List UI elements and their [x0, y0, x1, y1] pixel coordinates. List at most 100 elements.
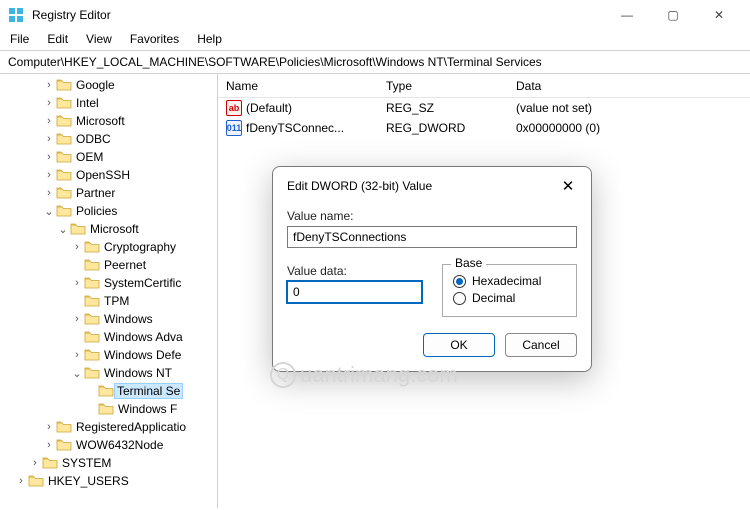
chevron-icon[interactable]: › — [70, 349, 84, 361]
tree-label: Windows Defe — [103, 348, 182, 362]
tree-node-oem[interactable]: › OEM — [0, 148, 217, 166]
tree-node-google[interactable]: ›Google — [0, 76, 217, 94]
tree-label: Intel — [75, 96, 100, 110]
tree-node-windows[interactable]: ›Windows — [0, 310, 217, 328]
col-type[interactable]: Type — [378, 75, 508, 97]
tree-node-windows-defe[interactable]: › Windows Defe — [0, 346, 217, 364]
folder-icon — [42, 456, 58, 470]
chevron-icon[interactable]: › — [70, 313, 84, 325]
tree-node-terminal-se[interactable]: › Terminal Se — [0, 382, 217, 400]
chevron-icon[interactable]: › — [42, 187, 56, 199]
chevron-icon[interactable]: › — [70, 259, 84, 271]
chevron-icon[interactable]: › — [42, 97, 56, 109]
chevron-icon[interactable]: › — [84, 403, 98, 415]
tree-node-cryptography[interactable]: › Cryptography — [0, 238, 217, 256]
address-bar[interactable]: Computer\HKEY_LOCAL_MACHINE\SOFTWARE\Pol… — [0, 50, 750, 74]
titlebar: Registry Editor — ▢ ✕ — [0, 0, 750, 30]
base-group: Base Hexadecimal Decimal — [442, 264, 577, 317]
radio-decimal[interactable]: Decimal — [453, 291, 566, 305]
value-row[interactable]: ab(Default)REG_SZ(value not set) — [218, 98, 750, 118]
window-title: Registry Editor — [32, 8, 604, 22]
col-data[interactable]: Data — [508, 75, 750, 97]
menu-favorites[interactable]: Favorites — [130, 32, 179, 46]
tree-node-microsoft[interactable]: ›Microsoft — [0, 112, 217, 130]
tree-view[interactable]: ›Google›Intel›Microsoft›ODBC›OEM›OpenSSH… — [0, 74, 218, 508]
ok-button[interactable]: OK — [423, 333, 495, 357]
chevron-icon[interactable]: › — [70, 241, 84, 253]
chevron-icon[interactable]: › — [42, 169, 56, 181]
chevron-icon[interactable]: › — [42, 115, 56, 127]
tree-node-registeredapplicatio[interactable]: ›RegisteredApplicatio — [0, 418, 217, 436]
radio-icon — [453, 292, 466, 305]
tree-label: OpenSSH — [75, 168, 131, 182]
tree-label: Microsoft — [89, 222, 140, 236]
tree-node-openssh[interactable]: › OpenSSH — [0, 166, 217, 184]
folder-icon — [56, 114, 72, 128]
col-name[interactable]: Name — [218, 75, 378, 97]
folder-icon — [84, 294, 100, 308]
radio-icon — [453, 275, 466, 288]
tree-node-microsoft[interactable]: ⌄ Microsoft — [0, 220, 217, 238]
chevron-icon[interactable]: › — [84, 385, 98, 397]
tree-node-intel[interactable]: › Intel — [0, 94, 217, 112]
radio-hexadecimal[interactable]: Hexadecimal — [453, 274, 566, 288]
minimize-button[interactable]: — — [604, 0, 650, 30]
value-name-input[interactable] — [287, 226, 577, 248]
dialog-close-button[interactable]: ✕ — [559, 177, 577, 195]
tree-label: Windows NT — [103, 366, 173, 380]
dword-value-icon: 011 — [226, 120, 242, 136]
folder-icon — [56, 132, 72, 146]
tree-node-policies[interactable]: ⌄ Policies — [0, 202, 217, 220]
value-row[interactable]: 011fDenyTSConnec...REG_DWORD0x00000000 (… — [218, 118, 750, 138]
regedit-icon — [8, 7, 24, 23]
tree-node-peernet[interactable]: › Peernet — [0, 256, 217, 274]
chevron-icon[interactable]: › — [42, 133, 56, 145]
tree-node-systemcertific[interactable]: ›SystemCertific — [0, 274, 217, 292]
tree-node-odbc[interactable]: ›ODBC — [0, 130, 217, 148]
chevron-icon[interactable]: › — [42, 439, 56, 451]
folder-icon — [56, 204, 72, 218]
value-type: REG_DWORD — [378, 119, 508, 137]
tree-label: Terminal Se — [114, 383, 183, 399]
tree-node-partner[interactable]: ›Partner — [0, 184, 217, 202]
tree-node-windows-nt[interactable]: ⌄ Windows NT — [0, 364, 217, 382]
tree-node-tpm[interactable]: ›TPM — [0, 292, 217, 310]
folder-icon — [98, 402, 114, 416]
chevron-icon[interactable]: › — [28, 457, 42, 469]
chevron-icon[interactable]: › — [70, 295, 84, 307]
tree-node-wow6432node[interactable]: ›WOW6432Node — [0, 436, 217, 454]
chevron-icon[interactable]: ⌄ — [56, 223, 70, 236]
tree-label: Peernet — [103, 258, 147, 272]
chevron-icon[interactable]: › — [42, 421, 56, 433]
value-data-input[interactable] — [287, 281, 422, 303]
value-data: 0x00000000 (0) — [508, 119, 750, 137]
chevron-icon[interactable]: › — [42, 79, 56, 91]
folder-icon — [56, 150, 72, 164]
chevron-icon[interactable]: › — [14, 475, 28, 487]
chevron-icon[interactable]: ⌄ — [70, 367, 84, 380]
window-close-button[interactable]: ✕ — [696, 0, 742, 30]
cancel-button[interactable]: Cancel — [505, 333, 577, 357]
menu-edit[interactable]: Edit — [47, 32, 68, 46]
menu-file[interactable]: File — [10, 32, 29, 46]
folder-icon — [56, 438, 72, 452]
tree-label: OEM — [75, 150, 104, 164]
tree-node-windows-adva[interactable]: ›Windows Adva — [0, 328, 217, 346]
folder-icon — [84, 348, 100, 362]
chevron-icon[interactable]: ⌄ — [42, 205, 56, 218]
folder-icon — [56, 96, 72, 110]
menu-view[interactable]: View — [86, 32, 112, 46]
chevron-icon[interactable]: › — [70, 331, 84, 343]
chevron-icon[interactable]: › — [70, 277, 84, 289]
base-label: Base — [451, 256, 486, 270]
tree-node-system[interactable]: ›SYSTEM — [0, 454, 217, 472]
tree-node-windows-f[interactable]: ›Windows F — [0, 400, 217, 418]
list-header: Name Type Data — [218, 74, 750, 98]
tree-label: Policies — [75, 204, 118, 218]
menu-help[interactable]: Help — [197, 32, 222, 46]
chevron-icon[interactable]: › — [42, 151, 56, 163]
tree-node-hkey-users[interactable]: ›HKEY_USERS — [0, 472, 217, 490]
menubar: File Edit View Favorites Help — [0, 30, 750, 50]
maximize-button[interactable]: ▢ — [650, 0, 696, 30]
tree-label: Cryptography — [103, 240, 177, 254]
